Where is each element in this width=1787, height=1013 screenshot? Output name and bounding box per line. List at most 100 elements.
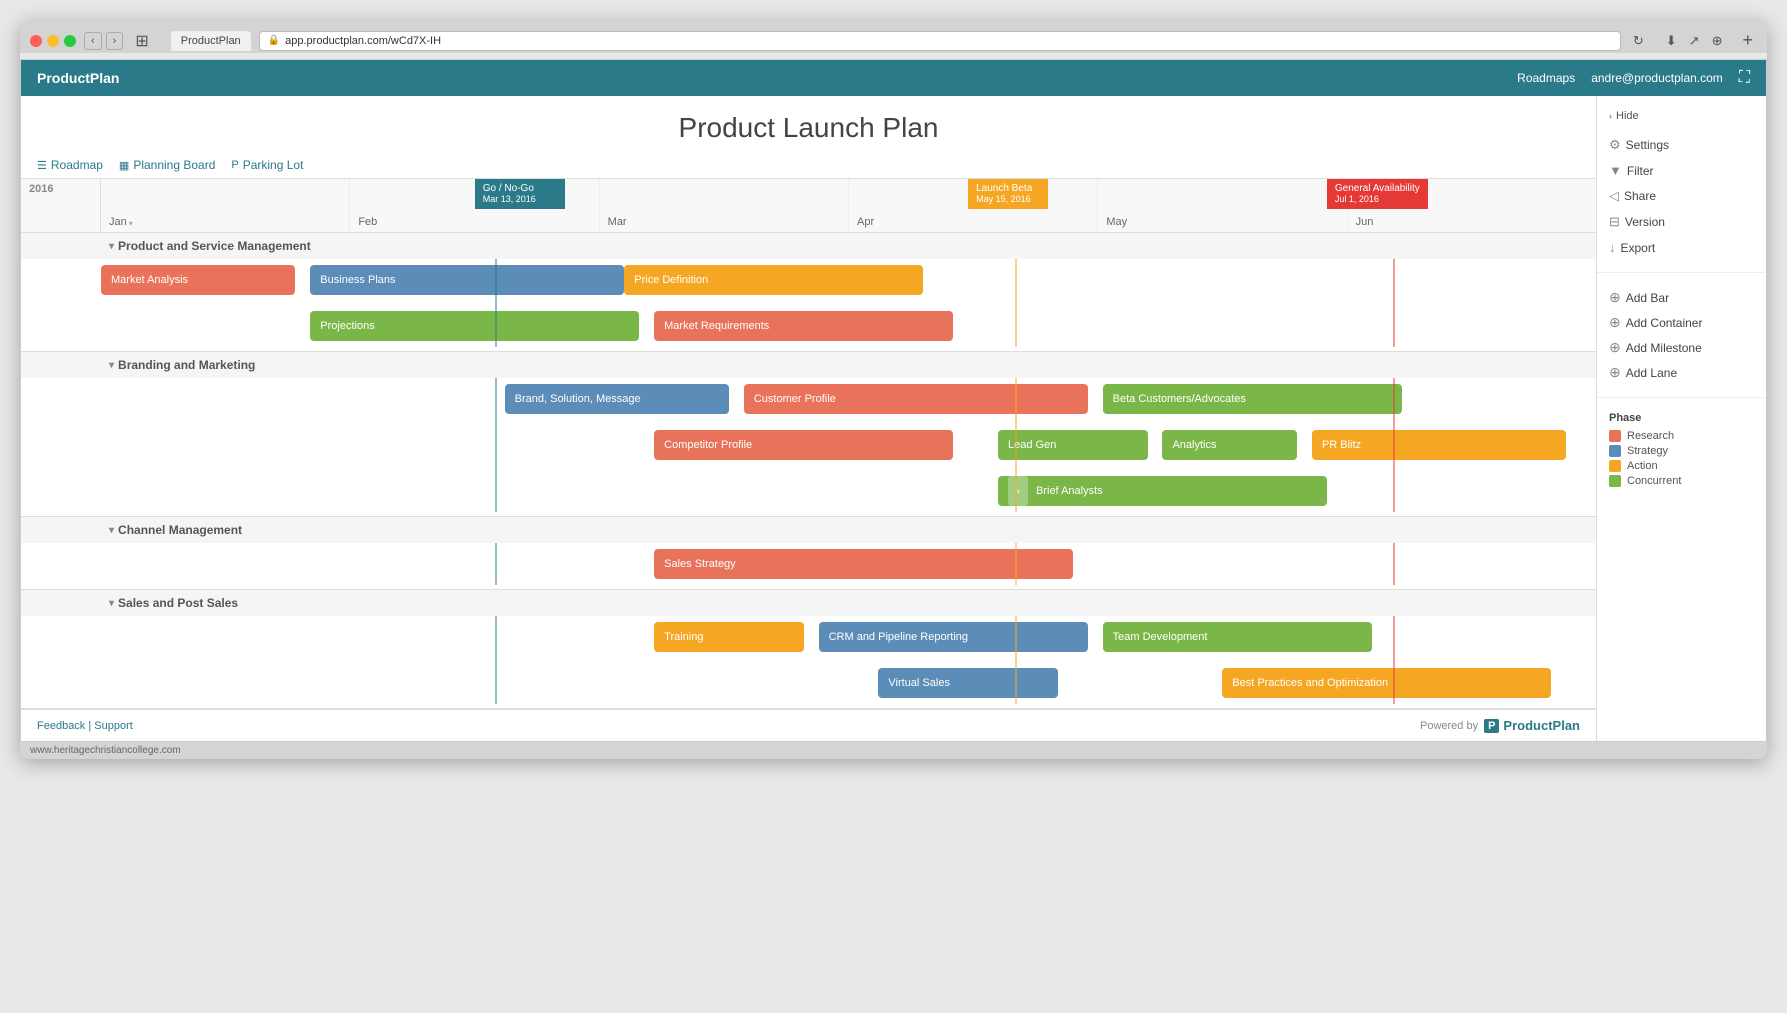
bar-crm-pipeline[interactable]: CRM and Pipeline Reporting [819,622,1088,652]
subnav-roadmap-label: Roadmap [51,158,103,172]
group-channel: ▾ Channel Management Sales S [21,517,1596,590]
subnav-parking-lot[interactable]: P Parking Lot [231,158,303,172]
group-title-product: Product and Service Management [118,239,311,253]
subnav-planning-board[interactable]: ▦ Planning Board [119,158,215,172]
phase-dot-strategy [1609,445,1621,457]
milestone-go-nogo-date: Mar 13, 2016 [483,194,536,204]
bar-best-practices[interactable]: Best Practices and Optimization [1222,668,1551,698]
ml-teal-1 [495,259,497,347]
ml-red-3 [1393,543,1395,585]
dot-red[interactable] [30,35,42,47]
fullscreen-button[interactable]: ⛶ [1739,69,1750,87]
share-button[interactable]: ◁ Share [1609,183,1754,209]
back-button[interactable]: ‹ [84,32,102,50]
row-channel-1: Sales Strategy [21,543,1596,585]
bar-beta-customers[interactable]: Beta Customers/Advocates [1103,384,1402,414]
settings-label: Settings [1626,138,1669,152]
row-branding-bars-3: › Brief Analysts [101,474,1596,508]
right-sidebar: › Hide ⚙ Settings ▼ Filter ◁ [1596,96,1766,741]
row-sales-bars-2: Virtual Sales Best Practices and Optimiz… [101,666,1596,700]
phase-research: Research [1609,430,1754,442]
add-milestone-button[interactable]: ⊕ Add Milestone [1609,335,1754,360]
address-bar[interactable]: 🔒 app.productplan.com/wCd7X-IH [259,31,1621,51]
nav-roadmaps[interactable]: Roadmaps [1517,71,1575,85]
active-tab[interactable]: ProductPlan [171,31,251,51]
toolbar-icon-1[interactable]: ⬇ [1662,31,1681,51]
ml-red-2 [1393,378,1395,512]
bar-competitor-profile[interactable]: Competitor Profile [654,430,953,460]
tab-button[interactable]: ⊞ [131,29,152,53]
add-bar-label: Add Bar [1626,291,1669,305]
group-title-channel: Channel Management [118,523,242,537]
browser-chrome: ‹ › ⊞ ProductPlan 🔒 app.productplan.com/… [20,20,1767,53]
bar-business-plans[interactable]: Business Plans [310,265,624,295]
bar-projections[interactable]: Projections [310,311,639,341]
toolbar-icon-3[interactable]: ⊕ [1708,31,1727,51]
row-branding-3: › Brief Analysts [21,470,1596,512]
feedback-link[interactable]: Feedback [37,720,85,732]
version-button[interactable]: ⊟ Version [1609,209,1754,235]
add-container-icon: ⊕ [1609,314,1621,331]
add-container-button[interactable]: ⊕ Add Container [1609,310,1754,335]
group-header-product[interactable]: ▾ Product and Service Management [21,233,1596,259]
group-product-service: ▾ Product and Service Management [21,233,1596,352]
bar-virtual-sales[interactable]: Virtual Sales [878,668,1057,698]
hide-label: Hide [1616,110,1639,122]
menu-button[interactable]: + [1738,28,1757,53]
bar-sales-strategy[interactable]: Sales Strategy [654,549,1073,579]
months-area: Go / No-Go Mar 13, 2016 Launch Beta May … [101,179,1596,232]
footer-logo: P ProductPlan [1484,718,1580,733]
add-lane-button[interactable]: ⊕ Add Lane [1609,360,1754,385]
support-link[interactable]: Support [94,720,133,732]
sidebar-actions: ⚙ Settings ▼ Filter ◁ Share ⊟ [1597,126,1766,266]
dot-yellow[interactable] [47,35,59,47]
bar-pr-blitz[interactable]: PR Blitz [1312,430,1566,460]
month-jan: Jan▾ [101,179,350,232]
refresh-button[interactable]: ↻ [1629,31,1648,51]
bar-team-development[interactable]: Team Development [1103,622,1372,652]
dot-green[interactable] [64,35,76,47]
bar-customer-profile[interactable]: Customer Profile [744,384,1088,414]
url-text: app.productplan.com/wCd7X-IH [285,35,441,47]
export-icon: ↓ [1609,240,1616,255]
ml-red-4 [1393,616,1395,704]
settings-button[interactable]: ⚙ Settings [1609,132,1754,158]
filter-button[interactable]: ▼ Filter [1609,158,1754,183]
hide-button[interactable]: › Hide [1597,106,1651,126]
bar-brand-solution[interactable]: Brand, Solution, Message [505,384,729,414]
bar-market-analysis[interactable]: Market Analysis [101,265,295,295]
group-header-branding[interactable]: ▾ Branding and Marketing [21,352,1596,378]
page-title-section: Product Launch Plan [21,96,1596,152]
lock-icon: 🔒 [268,35,280,46]
bar-lead-gen[interactable]: Lead Gen [998,430,1148,460]
bar-brief-analysts[interactable]: › Brief Analysts [998,476,1327,506]
group-header-channel[interactable]: ▾ Channel Management [21,517,1596,543]
chevron-icon-channel: ▾ [109,525,114,536]
brief-analysts-chevron: › [1008,476,1028,506]
row-sales-label-2 [21,666,101,700]
month-may: May [1098,179,1347,232]
nav-user[interactable]: andre@productplan.com [1591,71,1723,85]
month-mar: Mar [600,179,849,232]
export-button[interactable]: ↓ Export [1609,235,1754,260]
group-body-branding: Brand, Solution, Message Customer Profil… [21,378,1596,512]
phase-strategy: Strategy [1609,445,1754,457]
group-header-sales[interactable]: ▾ Sales and Post Sales [21,590,1596,616]
subnav-roadmap[interactable]: ☰ Roadmap [37,158,103,172]
group-title-branding: Branding and Marketing [118,358,255,372]
filter-icon: ▼ [1609,163,1622,178]
add-bar-button[interactable]: ⊕ Add Bar [1609,285,1754,310]
bar-market-requirements[interactable]: Market Requirements [654,311,953,341]
milestone-go-nogo-label: Go / No-Go [483,183,534,194]
row-branding-label-2 [21,428,101,462]
bar-price-definition[interactable]: Price Definition [624,265,923,295]
bar-training[interactable]: Training [654,622,804,652]
footer-logo-icon: P [1484,719,1499,733]
powered-by-text: Powered by [1420,720,1478,732]
ml-teal-2 [495,378,497,512]
forward-button[interactable]: › [106,32,124,50]
row-branding-bars-1: Brand, Solution, Message Customer Profil… [101,382,1596,416]
phase-label-research: Research [1627,430,1674,442]
bar-analytics[interactable]: Analytics [1162,430,1297,460]
toolbar-icon-2[interactable]: ↗ [1685,31,1704,51]
